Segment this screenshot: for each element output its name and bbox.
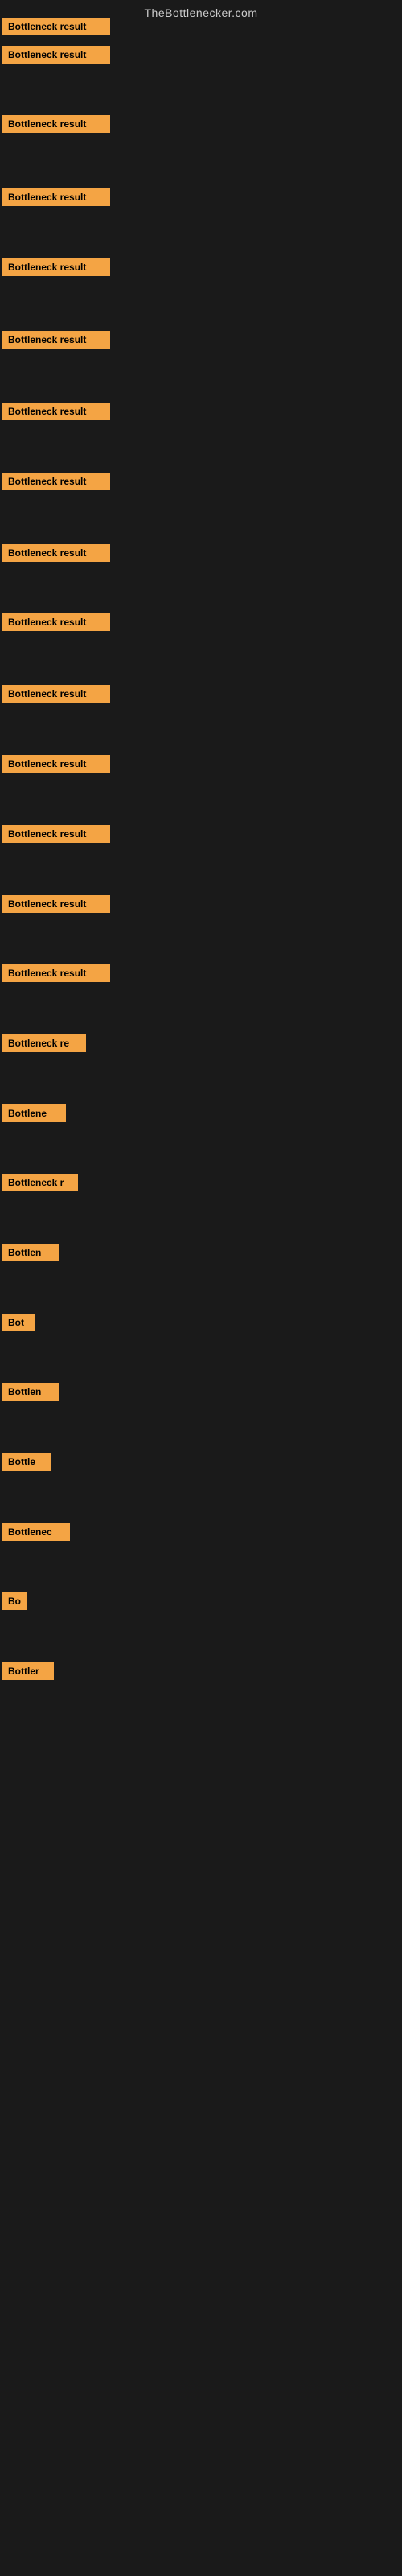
bottleneck-label-9: Bottleneck result bbox=[2, 544, 110, 562]
bottleneck-item-7[interactable]: Bottleneck result bbox=[2, 402, 110, 424]
bottleneck-item-1[interactable]: Bottleneck result bbox=[2, 18, 110, 39]
bottleneck-item-6[interactable]: Bottleneck result bbox=[2, 331, 110, 353]
bottleneck-item-8[interactable]: Bottleneck result bbox=[2, 473, 110, 494]
bottleneck-label-14: Bottleneck result bbox=[2, 895, 110, 913]
bottleneck-item-3[interactable]: Bottleneck result bbox=[2, 115, 110, 137]
bottleneck-item-17[interactable]: Bottlene bbox=[2, 1104, 66, 1126]
bottleneck-label-8: Bottleneck result bbox=[2, 473, 110, 490]
bottleneck-label-1: Bottleneck result bbox=[2, 18, 110, 35]
bottleneck-label-15: Bottleneck result bbox=[2, 964, 110, 982]
bottleneck-label-17: Bottlene bbox=[2, 1104, 66, 1122]
bottleneck-label-7: Bottleneck result bbox=[2, 402, 110, 420]
bottleneck-item-24[interactable]: Bo bbox=[2, 1592, 27, 1614]
bottleneck-label-19: Bottlen bbox=[2, 1244, 59, 1261]
bottleneck-item-23[interactable]: Bottlenec bbox=[2, 1523, 70, 1545]
bottleneck-item-20[interactable]: Bot bbox=[2, 1314, 35, 1335]
bottleneck-item-19[interactable]: Bottlen bbox=[2, 1244, 59, 1265]
bottleneck-item-21[interactable]: Bottlen bbox=[2, 1383, 59, 1405]
bottleneck-label-10: Bottleneck result bbox=[2, 613, 110, 631]
bottleneck-item-14[interactable]: Bottleneck result bbox=[2, 895, 110, 917]
bottleneck-item-16[interactable]: Bottleneck re bbox=[2, 1034, 86, 1056]
bottleneck-label-16: Bottleneck re bbox=[2, 1034, 86, 1052]
bottleneck-item-10[interactable]: Bottleneck result bbox=[2, 613, 110, 635]
bottleneck-label-3: Bottleneck result bbox=[2, 115, 110, 133]
bottleneck-label-2: Bottleneck result bbox=[2, 46, 110, 64]
bottleneck-item-4[interactable]: Bottleneck result bbox=[2, 188, 110, 210]
bottleneck-item-9[interactable]: Bottleneck result bbox=[2, 544, 110, 566]
bottleneck-label-4: Bottleneck result bbox=[2, 188, 110, 206]
bottleneck-item-2[interactable]: Bottleneck result bbox=[2, 46, 110, 68]
bottleneck-label-5: Bottleneck result bbox=[2, 258, 110, 276]
bottleneck-label-23: Bottlenec bbox=[2, 1523, 70, 1541]
site-title: TheBottlenecker.com bbox=[144, 6, 257, 19]
bottleneck-item-11[interactable]: Bottleneck result bbox=[2, 685, 110, 707]
bottleneck-label-6: Bottleneck result bbox=[2, 331, 110, 349]
bottleneck-item-12[interactable]: Bottleneck result bbox=[2, 755, 110, 777]
bottleneck-label-24: Bo bbox=[2, 1592, 27, 1610]
bottleneck-label-13: Bottleneck result bbox=[2, 825, 110, 843]
bottleneck-item-22[interactable]: Bottle bbox=[2, 1453, 51, 1475]
bottleneck-label-22: Bottle bbox=[2, 1453, 51, 1471]
bottleneck-label-21: Bottlen bbox=[2, 1383, 59, 1401]
bottleneck-label-20: Bot bbox=[2, 1314, 35, 1331]
bottleneck-item-25[interactable]: Bottler bbox=[2, 1662, 54, 1684]
bottleneck-label-12: Bottleneck result bbox=[2, 755, 110, 773]
bottleneck-label-11: Bottleneck result bbox=[2, 685, 110, 703]
bottleneck-item-18[interactable]: Bottleneck r bbox=[2, 1174, 78, 1195]
bottleneck-item-5[interactable]: Bottleneck result bbox=[2, 258, 110, 280]
bottleneck-label-18: Bottleneck r bbox=[2, 1174, 78, 1191]
bottleneck-item-15[interactable]: Bottleneck result bbox=[2, 964, 110, 986]
bottleneck-item-13[interactable]: Bottleneck result bbox=[2, 825, 110, 847]
bottleneck-label-25: Bottler bbox=[2, 1662, 54, 1680]
